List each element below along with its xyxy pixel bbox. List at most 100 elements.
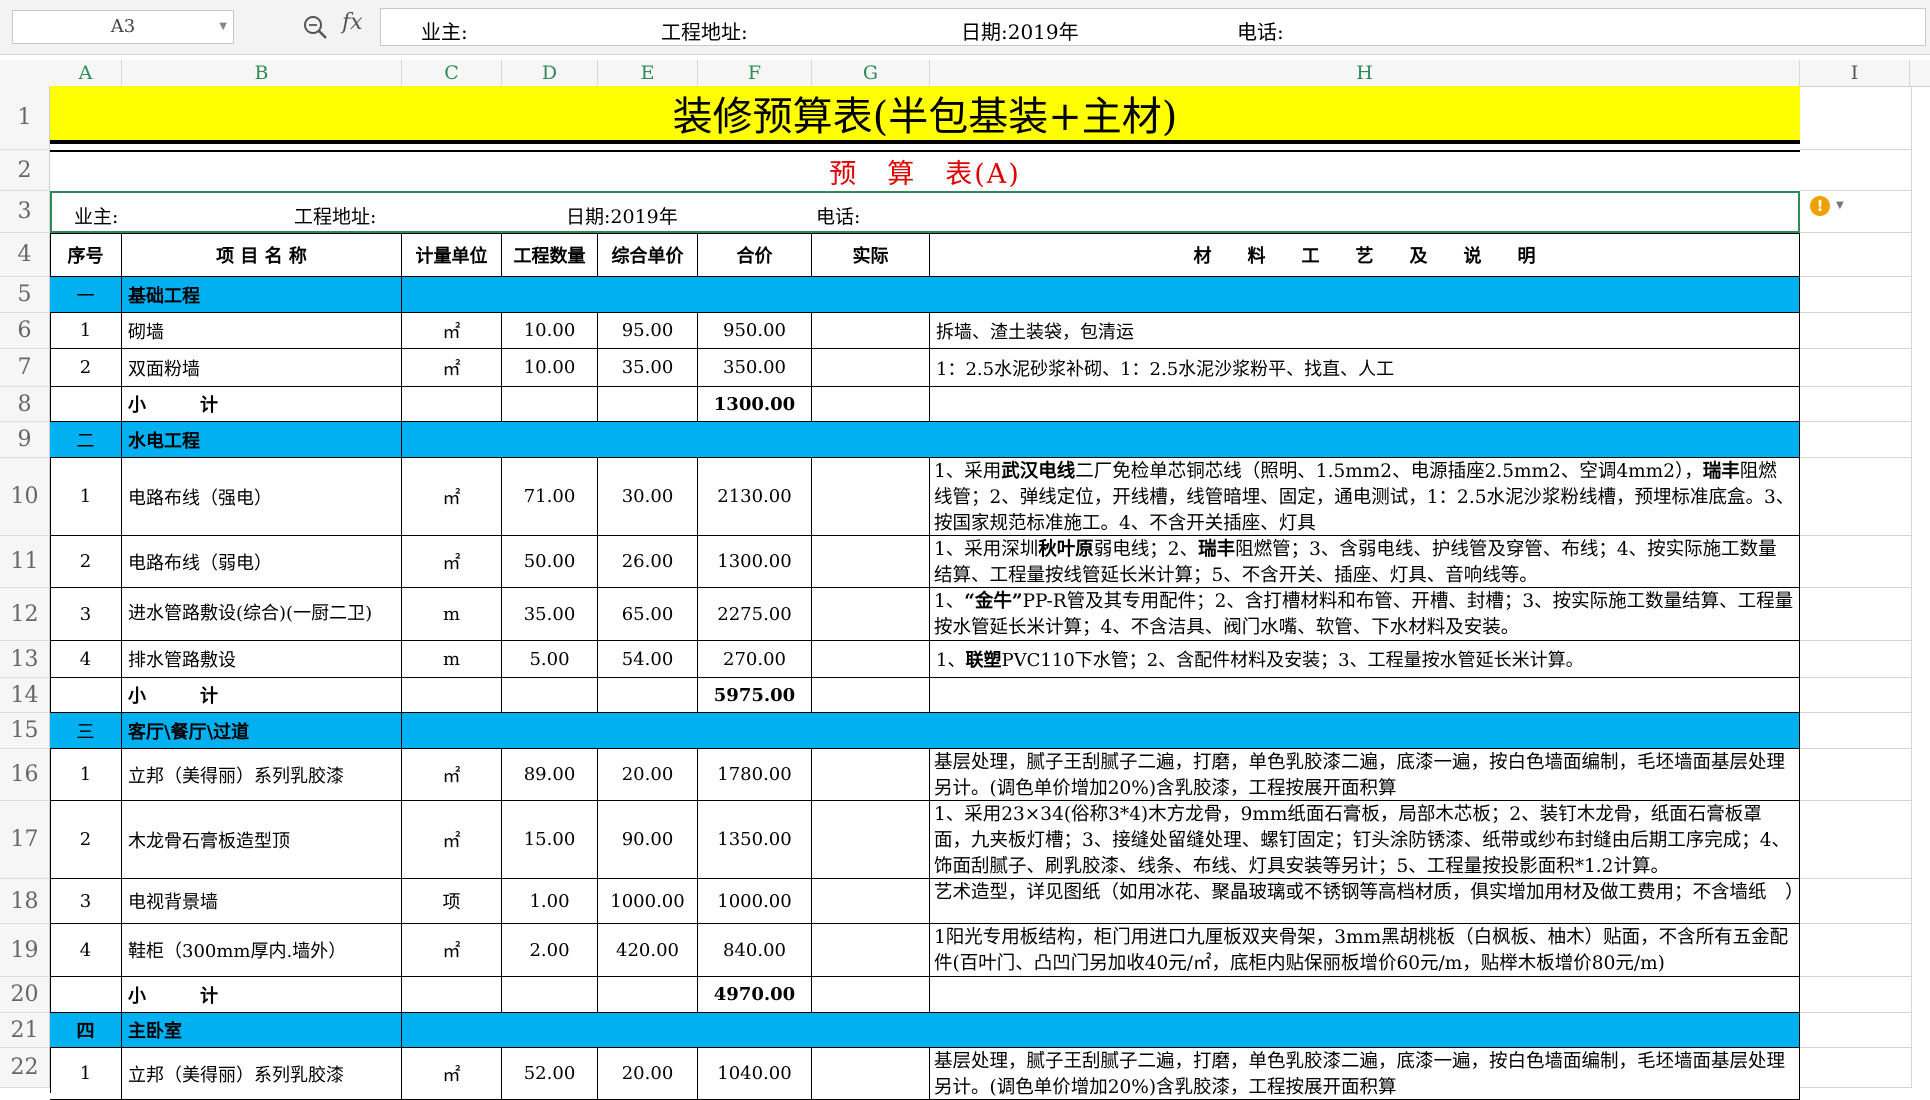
header-desc[interactable]: 材 料 工 艺 及 说 明 xyxy=(930,233,1800,277)
section-no[interactable]: 一 xyxy=(50,277,122,313)
item-actual[interactable] xyxy=(812,749,930,801)
item-unit[interactable]: ㎡ xyxy=(402,749,502,801)
item-unit[interactable]: m xyxy=(402,641,502,678)
item-actual[interactable] xyxy=(812,1048,930,1100)
empty-cell[interactable] xyxy=(1800,277,1912,313)
item-total[interactable]: 2130.00 xyxy=(698,458,812,536)
item-name[interactable]: 电路布线（强电） xyxy=(122,458,402,536)
column-header-d[interactable]: D xyxy=(502,60,598,86)
empty-cell[interactable] xyxy=(1800,588,1912,641)
subtotal-no[interactable] xyxy=(50,387,122,422)
item-desc[interactable]: 1、采用武汉电线二厂免检单芯铜芯线（照明、1.5mm2、电源插座2.5mm2、空… xyxy=(930,458,1800,536)
item-no[interactable]: 2 xyxy=(50,349,122,387)
empty-cell[interactable] xyxy=(1800,977,1912,1013)
item-desc[interactable]: 1、采用深圳秋叶原弱电线；2、瑞丰阻燃管；3、含弱电线、护线管及穿管、布线；4、… xyxy=(930,536,1800,588)
empty-cell[interactable] xyxy=(1800,924,1912,977)
row-header-10[interactable]: 10 xyxy=(0,458,50,536)
row-header-1[interactable]: 1 xyxy=(0,86,50,150)
subtotal-label[interactable]: 小 计 xyxy=(122,678,402,713)
item-no[interactable]: 1 xyxy=(50,749,122,801)
item-no[interactable]: 4 xyxy=(50,924,122,977)
item-price[interactable]: 30.00 xyxy=(598,458,698,536)
section-name[interactable]: 主卧室 xyxy=(122,1013,402,1048)
item-name[interactable]: 双面粉墙 xyxy=(122,349,402,387)
header-no[interactable]: 序号 xyxy=(50,233,122,277)
column-header-a[interactable]: A xyxy=(50,60,122,86)
item-no[interactable]: 1 xyxy=(50,458,122,536)
subtotal-label[interactable]: 小 计 xyxy=(122,387,402,422)
item-actual[interactable] xyxy=(812,536,930,588)
item-no[interactable]: 3 xyxy=(50,879,122,924)
item-desc[interactable]: 基层处理，腻子王刮腻子二遍，打磨，单色乳胶漆二遍，底漆一遍，按白色墙面编制，毛坯… xyxy=(930,749,1800,801)
row-header-13[interactable]: 13 xyxy=(0,641,50,678)
item-desc[interactable]: 1阳光专用板结构，柜门用进口九厘板双夹骨架，3mm黑胡桃板（白枫板、柚木）贴面，… xyxy=(930,924,1800,977)
item-unit[interactable]: ㎡ xyxy=(402,313,502,349)
item-price[interactable]: 90.00 xyxy=(598,801,698,879)
item-qty[interactable]: 10.00 xyxy=(502,313,598,349)
section-name[interactable]: 基础工程 xyxy=(122,277,402,313)
item-actual[interactable] xyxy=(812,879,930,924)
subtotal-no[interactable] xyxy=(50,678,122,713)
row-header-8[interactable]: 8 xyxy=(0,387,50,422)
empty-cell[interactable] xyxy=(1800,641,1912,678)
item-total[interactable]: 1300.00 xyxy=(698,536,812,588)
empty-cell[interactable] xyxy=(812,977,930,1013)
row-header-3[interactable]: 3 xyxy=(0,191,50,233)
section-fill[interactable] xyxy=(402,713,1800,749)
section-fill[interactable] xyxy=(402,422,1800,458)
item-name[interactable]: 木龙骨石膏板造型顶 xyxy=(122,801,402,879)
empty-cell[interactable] xyxy=(812,387,930,422)
item-price[interactable]: 65.00 xyxy=(598,588,698,641)
item-name[interactable]: 电路布线（弱电） xyxy=(122,536,402,588)
row-header-7[interactable]: 7 xyxy=(0,349,50,387)
item-qty[interactable]: 52.00 xyxy=(502,1048,598,1100)
subtotal-value[interactable]: 1300.00 xyxy=(698,387,812,422)
row-header-22[interactable]: 22 xyxy=(0,1048,50,1088)
item-qty[interactable]: 15.00 xyxy=(502,801,598,879)
empty-cell[interactable] xyxy=(598,678,698,713)
row-header-2[interactable]: 2 xyxy=(0,150,50,191)
empty-cell[interactable] xyxy=(1800,458,1912,536)
item-qty[interactable]: 1.00 xyxy=(502,879,598,924)
empty-cell[interactable] xyxy=(502,977,598,1013)
item-unit[interactable]: m xyxy=(402,588,502,641)
section-no[interactable]: 四 xyxy=(50,1013,122,1048)
empty-cell[interactable] xyxy=(1800,150,1912,191)
empty-cell[interactable] xyxy=(1800,233,1912,277)
zoom-icon[interactable] xyxy=(302,14,328,40)
item-desc[interactable]: 基层处理，腻子王刮腻子二遍，打磨，单色乳胶漆二遍，底漆一遍，按白色墙面编制，毛坯… xyxy=(930,1048,1800,1100)
item-no[interactable]: 1 xyxy=(50,313,122,349)
row-header-5[interactable]: 5 xyxy=(0,277,50,313)
fx-icon[interactable]: fx xyxy=(342,10,363,35)
item-price[interactable]: 420.00 xyxy=(598,924,698,977)
row-header-14[interactable]: 14 xyxy=(0,678,50,713)
row-header-16[interactable]: 16 xyxy=(0,749,50,801)
item-no[interactable]: 2 xyxy=(50,536,122,588)
header-qty[interactable]: 工程数量 xyxy=(502,233,598,277)
item-unit[interactable]: ㎡ xyxy=(402,1048,502,1100)
item-price[interactable]: 95.00 xyxy=(598,313,698,349)
item-desc[interactable]: 艺术造型，详见图纸（如用冰花、聚晶玻璃或不锈钢等高档材质，俱实增加用材及做工费用… xyxy=(930,879,1800,924)
item-name[interactable]: 进水管路敷设(综合)(一厨二卫) xyxy=(122,588,402,641)
empty-cell[interactable] xyxy=(402,678,502,713)
item-name[interactable]: 立邦（美得丽）系列乳胶漆 xyxy=(122,749,402,801)
item-desc[interactable]: 拆墙、渣土装袋，包清运 xyxy=(930,313,1800,349)
section-name[interactable]: 客厅\餐厅\过道 xyxy=(122,713,402,749)
column-header-f[interactable]: F xyxy=(698,60,812,86)
item-price[interactable]: 54.00 xyxy=(598,641,698,678)
item-desc[interactable]: 1、“金牛”PP-R管及其专用配件；2、含打槽材料和布管、开槽、封槽；3、按实际… xyxy=(930,588,1800,641)
row-header-9[interactable]: 9 xyxy=(0,422,50,458)
formula-input[interactable]: 业主: 工程地址: 日期:2019年 电话: xyxy=(380,8,1926,46)
item-qty[interactable]: 89.00 xyxy=(502,749,598,801)
sheet-title[interactable]: 装修预算表(半包基装+主材) xyxy=(50,86,1800,144)
item-actual[interactable] xyxy=(812,313,930,349)
item-name[interactable]: 鞋柜（300mm厚内.墙外） xyxy=(122,924,402,977)
section-fill[interactable] xyxy=(402,277,1800,313)
item-total[interactable]: 950.00 xyxy=(698,313,812,349)
section-fill[interactable] xyxy=(402,1013,1800,1048)
item-unit[interactable]: ㎡ xyxy=(402,801,502,879)
item-actual[interactable] xyxy=(812,588,930,641)
row-header-12[interactable]: 12 xyxy=(0,588,50,641)
empty-cell[interactable] xyxy=(1800,801,1912,879)
item-total[interactable]: 1040.00 xyxy=(698,1048,812,1100)
